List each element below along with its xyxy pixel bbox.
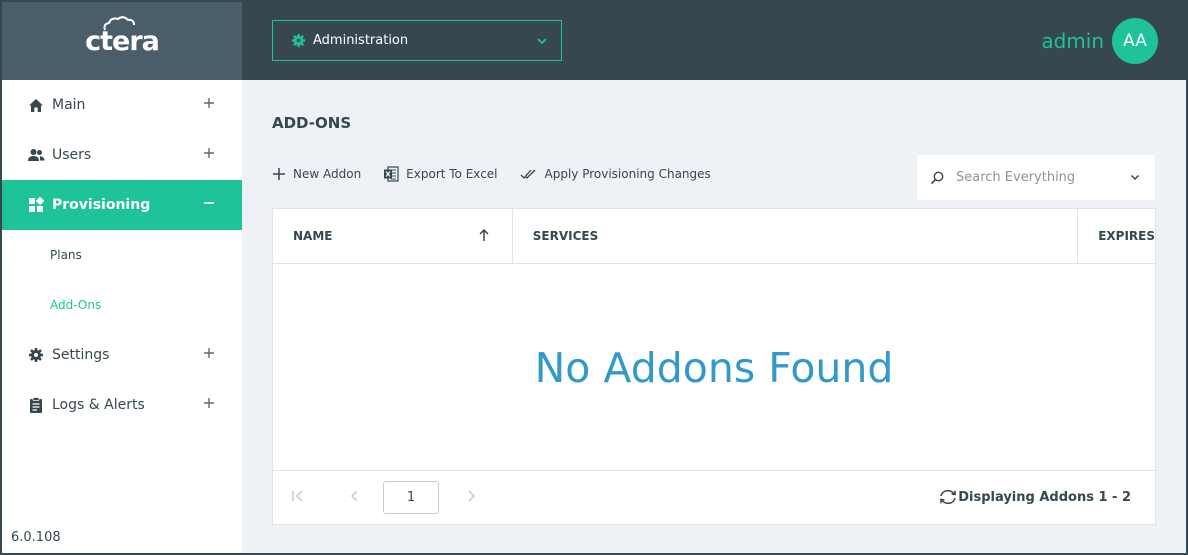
export-excel-label: Export To Excel <box>406 167 498 181</box>
sidebar-subitem-add-ons[interactable]: Add-Ons <box>2 280 242 330</box>
expand-icon[interactable] <box>202 146 216 160</box>
column-header-label: NAME <box>293 229 333 243</box>
first-page-icon[interactable] <box>291 489 305 503</box>
chevron-down-icon[interactable] <box>1129 171 1141 183</box>
sidebar-item-label: Settings <box>52 347 110 363</box>
column-header-label: SERVICES <box>532 229 599 243</box>
context-dropdown-label: Administration <box>313 33 409 48</box>
excel-icon <box>383 166 399 182</box>
sidebar-subitem-label: Add-Ons <box>50 298 102 312</box>
sidebar-item-label: Provisioning <box>52 197 151 213</box>
sidebar-item-label: Main <box>52 97 86 113</box>
column-header-services[interactable]: SERVICES <box>513 209 1079 263</box>
page-title: ADD-ONS <box>272 114 352 132</box>
sidebar-subitem-label: Plans <box>50 248 82 262</box>
search-input[interactable]: Search Everything <box>917 155 1155 200</box>
pagination-status: Displaying Addons 1 - 2 <box>958 490 1131 505</box>
sort-ascending-icon[interactable] <box>478 228 490 242</box>
collapse-icon[interactable] <box>202 196 216 210</box>
cloud-icon <box>103 15 136 30</box>
next-page-icon[interactable] <box>465 489 477 503</box>
expand-icon[interactable] <box>202 346 216 360</box>
sidebar-subitem-plans[interactable]: Plans <box>2 230 242 280</box>
users-icon <box>27 146 45 164</box>
new-addon-label: New Addon <box>293 167 362 181</box>
export-excel-button[interactable]: Export To Excel <box>383 166 498 182</box>
top-header: Administration admin AA <box>242 2 1186 80</box>
apply-provisioning-button[interactable]: Apply Provisioning Changes <box>520 167 711 181</box>
search-icon <box>930 171 944 184</box>
main-content: ADD-ONS New Addon Export To Excel Apply … <box>242 80 1186 553</box>
double-check-icon <box>520 168 538 180</box>
column-header-expires[interactable]: EXPIRES <box>1078 209 1155 263</box>
sidebar-item-label: Users <box>52 147 92 163</box>
context-dropdown[interactable]: Administration <box>272 20 562 61</box>
sidebar-item-settings[interactable]: Settings <box>2 330 242 380</box>
expand-icon[interactable] <box>202 396 216 410</box>
apply-provisioning-label: Apply Provisioning Changes <box>544 167 711 181</box>
plus-icon <box>272 167 286 181</box>
column-header-label: EXPIRES <box>1098 229 1155 243</box>
sidebar-item-provisioning[interactable]: Provisioning <box>2 180 242 230</box>
provisioning-icon <box>27 196 45 214</box>
refresh-icon[interactable] <box>938 488 958 506</box>
user-name[interactable]: admin <box>1041 29 1104 53</box>
sidebar-item-label: Logs & Alerts <box>52 397 145 413</box>
toolbar: New Addon Export To Excel Apply Provisio… <box>272 166 733 182</box>
sidebar: ctera Main Users Provisioning Plans Add-… <box>2 2 242 553</box>
gear-icon <box>291 33 306 48</box>
home-icon <box>27 96 45 114</box>
sidebar-item-logs-alerts[interactable]: Logs & Alerts <box>2 380 242 430</box>
expand-icon[interactable] <box>202 96 216 110</box>
search-placeholder: Search Everything <box>956 170 1076 185</box>
column-header-name[interactable]: NAME <box>273 209 513 263</box>
avatar[interactable]: AA <box>1112 18 1158 64</box>
gear-icon <box>27 346 45 364</box>
ctera-logo[interactable]: ctera <box>85 15 160 57</box>
table-header: NAME SERVICES EXPIRES <box>273 209 1155 264</box>
version-label: 6.0.108 <box>11 530 61 545</box>
app-window: ctera Main Users Provisioning Plans Add-… <box>0 0 1188 555</box>
page-number-input[interactable]: 1 <box>383 481 439 514</box>
clipboard-icon <box>27 396 45 414</box>
addons-table: NAME SERVICES EXPIRES No Addons Found 1 … <box>272 208 1156 525</box>
sidebar-item-users[interactable]: Users <box>2 130 242 180</box>
new-addon-button[interactable]: New Addon <box>272 167 361 181</box>
sidebar-item-main[interactable]: Main <box>2 80 242 130</box>
empty-state-message: No Addons Found <box>534 344 894 392</box>
logo-area: ctera <box>2 2 242 80</box>
pagination-bar: 1 Displaying Addons 1 - 2 <box>273 470 1155 524</box>
chevron-down-icon <box>537 38 547 45</box>
previous-page-icon[interactable] <box>349 489 361 503</box>
